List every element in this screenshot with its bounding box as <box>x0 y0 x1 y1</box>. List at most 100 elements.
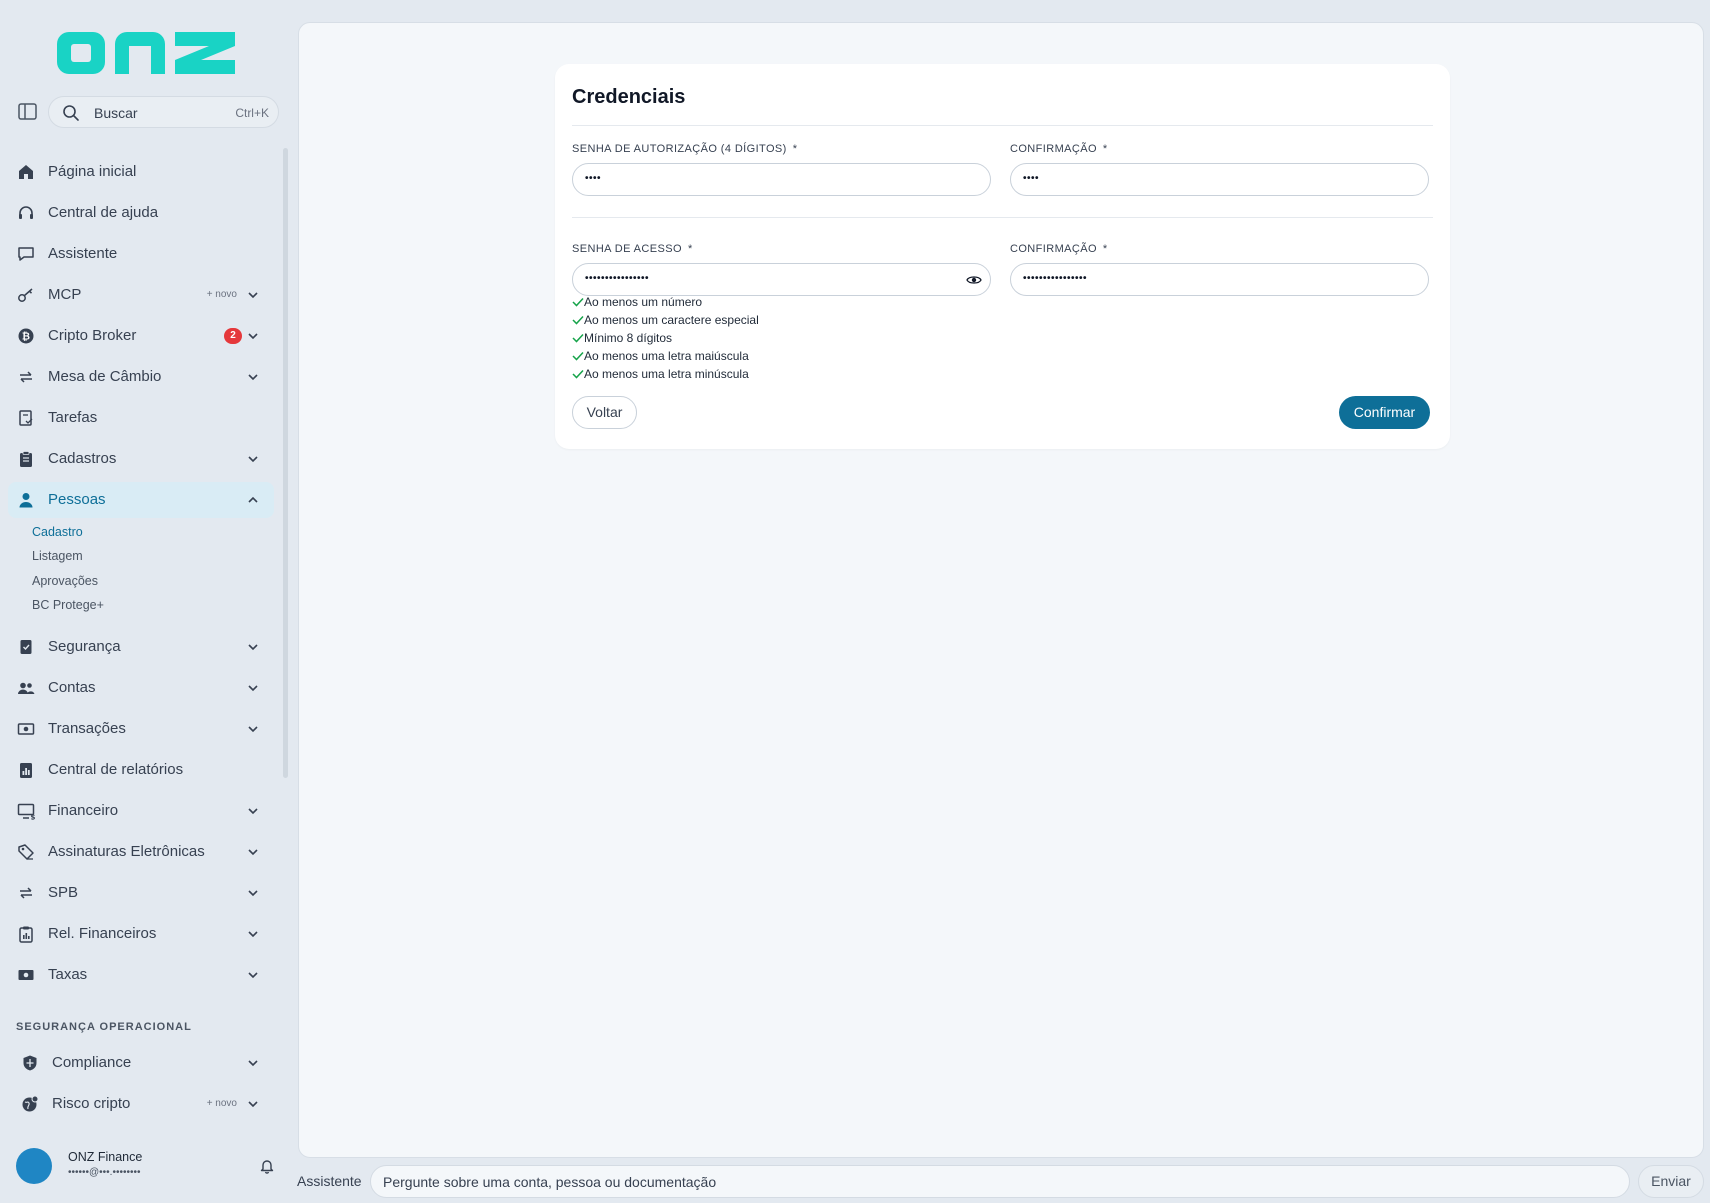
onz-logo[interactable] <box>55 22 237 76</box>
shield-check-icon <box>20 640 32 654</box>
auth-password-field[interactable]: •••• <box>572 163 991 196</box>
new-tag: + novo <box>206 289 237 300</box>
people-icon <box>18 682 35 694</box>
credentials-card: Credenciais SENHA DE AUTORIZAÇÃO (4 DÍGI… <box>555 64 1450 449</box>
send-button[interactable]: Enviar <box>1638 1165 1704 1198</box>
sidebar-item-mesa-de-cambio[interactable]: Mesa de Câmbio <box>8 359 274 395</box>
sidebar: Buscar Ctrl+K Página inicial Central de … <box>0 0 290 1203</box>
sidebar-item-seguranca[interactable]: Segurança <box>8 629 274 665</box>
sidebar-item-label: Cripto Broker <box>48 327 137 344</box>
chevron-down-icon <box>248 456 258 463</box>
divider <box>572 217 1433 218</box>
check-icon <box>572 297 584 307</box>
required-mark: * <box>792 143 798 155</box>
chevron-up-icon <box>248 496 258 503</box>
access-password-field[interactable]: •••••••••••••••• <box>572 263 991 296</box>
sidebar-item-label: Assinaturas Eletrônicas <box>48 843 205 860</box>
sidebar-item-label: Assistente <box>48 245 118 262</box>
sidebar-scrollbar[interactable] <box>283 148 288 778</box>
sidebar-item-label: Mesa de Câmbio <box>48 368 162 385</box>
label-text: CONFIRMAÇÃO <box>1010 243 1097 255</box>
requirement-item: Mínimo 8 dígitos <box>572 331 759 349</box>
label-text: SENHA DE ACESSO <box>572 243 682 255</box>
bell-icon[interactable] <box>260 1158 274 1174</box>
requirement-text: Ao menos um número <box>584 295 703 309</box>
confirm-button[interactable]: Confirmar <box>1339 396 1430 429</box>
main-content: Credenciais SENHA DE AUTORIZAÇÃO (4 DÍGI… <box>298 22 1704 1158</box>
check-icon <box>572 315 584 325</box>
sidebar-item-central-de-ajuda[interactable]: Central de ajuda <box>8 195 274 231</box>
sidebar-subitem-aprovacoes[interactable]: Aprovações <box>32 574 98 588</box>
sidebar-item-tarefas[interactable]: Tarefas <box>8 400 274 436</box>
sidebar-item-assistente[interactable]: Assistente <box>8 236 274 272</box>
sidebar-item-pagina-inicial[interactable]: Página inicial <box>8 154 274 190</box>
requirement-item: Ao menos uma letra minúscula <box>572 367 759 385</box>
sidebar-item-risco-cripto[interactable]: Risco cripto + novo <box>12 1086 274 1122</box>
chat-icon <box>18 247 34 261</box>
chevron-down-icon <box>248 685 258 692</box>
sidebar-item-taxas[interactable]: Taxas <box>8 957 274 993</box>
sidebar-item-spb[interactable]: SPB <box>8 875 274 911</box>
sidebar-item-pessoas[interactable]: Pessoas <box>8 482 274 518</box>
sidebar-item-label: SPB <box>48 884 79 901</box>
requirement-text: Ao menos uma letra maiúscula <box>584 349 749 363</box>
sidebar-item-label: Central de relatórios <box>48 761 184 778</box>
search-input[interactable]: Buscar Ctrl+K <box>48 96 279 128</box>
sidebar-subitem-listagem[interactable]: Listagem <box>32 549 83 563</box>
signature-icon <box>18 844 34 860</box>
sidebar-item-compliance[interactable]: Compliance <box>12 1045 274 1081</box>
label-text: SENHA DE AUTORIZAÇÃO (4 DÍGITOS) <box>572 143 787 155</box>
assistant-input[interactable]: Pergunte sobre uma conta, pessoa ou docu… <box>370 1165 1630 1198</box>
auth-password-value: •••• <box>585 173 602 184</box>
shield-icon <box>23 1055 37 1071</box>
requirement-text: Ao menos uma letra minúscula <box>584 367 749 381</box>
chevron-down-icon <box>248 931 258 938</box>
check-icon <box>572 333 584 343</box>
sidebar-subitem-bc-protege[interactable]: BC Protege+ <box>32 598 104 612</box>
globe-icon <box>22 1095 39 1112</box>
chevron-down-icon <box>248 1060 258 1067</box>
sidebar-item-label: Transações <box>48 720 126 737</box>
label-text: CONFIRMAÇÃO <box>1010 143 1097 155</box>
sidebar-item-contas[interactable]: Contas <box>8 670 274 706</box>
sidebar-item-label: Segurança <box>48 638 121 655</box>
sidebar-item-central-de-relatorios[interactable]: Central de relatórios <box>8 752 274 788</box>
assistant-placeholder: Pergunte sobre uma conta, pessoa ou docu… <box>383 1174 717 1190</box>
access-confirm-field[interactable]: •••••••••••••••• <box>1010 263 1429 296</box>
sidebar-item-label: Contas <box>48 679 96 696</box>
task-icon <box>19 410 33 426</box>
person-icon <box>19 493 33 508</box>
sidebar-item-mcp[interactable]: MCP + novo <box>8 277 274 313</box>
back-button[interactable]: Voltar <box>572 396 637 429</box>
required-mark: * <box>1102 143 1108 155</box>
access-confirm-value: •••••••••••••••• <box>1023 273 1088 284</box>
chevron-down-icon <box>248 726 258 733</box>
requirement-item: Ao menos um número <box>572 295 759 313</box>
page-title: Credenciais <box>572 86 686 108</box>
sidebar-item-financeiro[interactable]: $ Financeiro <box>8 793 274 829</box>
search-icon <box>63 105 79 121</box>
auth-confirm-field[interactable]: •••• <box>1010 163 1429 196</box>
exchange-icon <box>20 371 32 383</box>
divider <box>572 125 1433 126</box>
headset-icon <box>19 206 33 219</box>
sidebar-item-cadastros[interactable]: Cadastros <box>8 441 274 477</box>
bitcoin-icon: ₿ <box>18 328 34 344</box>
avatar[interactable] <box>16 1148 52 1184</box>
user-profile[interactable]: ONZ Finance ••••••@•••.•••••••• <box>16 1148 282 1188</box>
sidebar-subitem-cadastro[interactable]: Cadastro <box>32 525 83 539</box>
sidebar-item-label: Pessoas <box>48 491 106 508</box>
chevron-down-icon <box>248 808 258 815</box>
sidebar-item-cripto-broker[interactable]: ₿ Cripto Broker 2 <box>8 318 274 354</box>
section-title: SEGURANÇA OPERACIONAL <box>16 1021 192 1033</box>
check-icon <box>572 351 584 361</box>
sidebar-item-transacoes[interactable]: Transações <box>8 711 274 747</box>
sidebar-item-assinaturas-eletronicas[interactable]: Assinaturas Eletrônicas <box>8 834 274 870</box>
sidebar-item-rel-financeiros[interactable]: Rel. Financeiros <box>8 916 274 952</box>
eye-icon[interactable] <box>966 273 982 287</box>
exchange-icon <box>20 887 32 899</box>
chevron-down-icon <box>248 374 258 381</box>
chevron-down-icon <box>248 849 258 856</box>
chevron-down-icon <box>248 644 258 651</box>
sidebar-toggle-icon[interactable] <box>18 103 37 120</box>
